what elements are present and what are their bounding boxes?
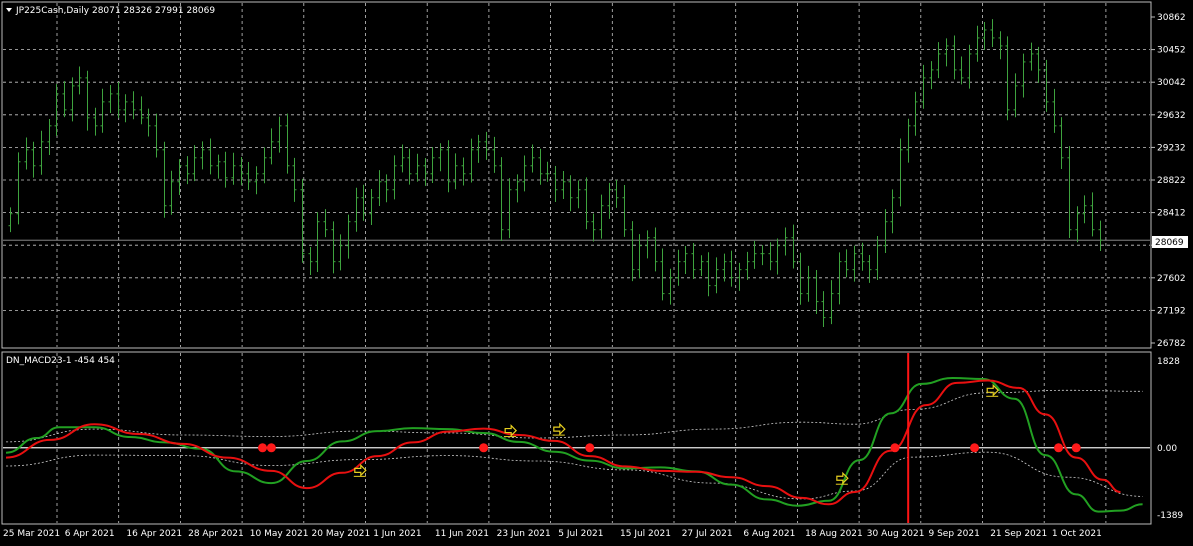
x-tick-label: 30 Aug 2021 — [867, 529, 925, 539]
price-tick-label: 30862 — [1157, 13, 1186, 23]
x-tick-label: 6 Aug 2021 — [743, 529, 795, 539]
macd-red-line — [5, 379, 1121, 506]
price-tick-label: 27192 — [1157, 306, 1186, 316]
price-tick-label: 26782 — [1157, 339, 1186, 349]
chart-canvas[interactable]: 25 Mar 2021 6 Apr 2021 16 Apr 2021 28 Apr 2… — [0, 0, 1193, 542]
cross-dot — [1054, 443, 1064, 453]
x-tick-label: 15 Jul 2021 — [620, 529, 671, 539]
x-tick-label: 16 Apr 2021 — [126, 529, 182, 539]
indicator-tick-label: 1828 — [1157, 357, 1180, 367]
indicator-panel-frame — [1, 351, 1152, 525]
cross-dot — [266, 443, 276, 453]
indicator-tick-label: -1389 — [1157, 511, 1183, 521]
cross-dot — [585, 443, 595, 453]
x-tick-label: 20 May 2021 — [312, 529, 371, 539]
symbol-title: JP225Cash,Daily 28071 28326 27991 28069 — [15, 6, 215, 16]
indicator-tick-label: 0.00 — [1157, 444, 1177, 454]
x-tick-label: 9 Sep 2021 — [929, 529, 980, 539]
cross-dot — [258, 443, 268, 453]
cross-dot — [479, 443, 489, 453]
upper-envelope — [5, 389, 1143, 443]
cross-dot — [890, 443, 900, 453]
lower-envelope — [5, 451, 1143, 500]
x-tick-label: 23 Jun 2021 — [497, 529, 551, 539]
current-price-tag: 28069 — [1152, 236, 1188, 248]
price-tick-label: 30452 — [1157, 46, 1186, 56]
x-tick-label: 27 Jul 2021 — [682, 529, 733, 539]
indicator-title: DN_MACD23-1 -454 454 — [6, 356, 115, 366]
x-tick-label: 11 Jun 2021 — [435, 529, 489, 539]
x-tick-label: 5 Jul 2021 — [558, 529, 603, 539]
price-tick-label: 30042 — [1157, 78, 1186, 88]
price-panel-frame — [1, 1, 1152, 349]
svg-text:28069: 28069 — [1155, 238, 1184, 248]
indicator-lines — [5, 353, 1143, 523]
price-tick-label: 29232 — [1157, 143, 1186, 153]
x-tick-label: 1 Oct 2021 — [1052, 529, 1102, 539]
x-tick-label: 10 May 2021 — [250, 529, 309, 539]
cross-dot — [970, 443, 980, 453]
arrow-shape — [553, 422, 566, 436]
x-tick-label: 21 Sep 2021 — [990, 529, 1047, 539]
price-tick-label: 29632 — [1157, 111, 1186, 121]
chart-window[interactable]: 25 Mar 2021 6 Apr 2021 16 Apr 2021 28 Apr 2… — [0, 0, 1193, 542]
x-tick-label: 6 Apr 2021 — [65, 529, 115, 539]
x-tick-label: 28 Apr 2021 — [188, 529, 244, 539]
cross-dot — [1071, 443, 1081, 453]
price-tick-label: 28412 — [1157, 209, 1186, 219]
signal-arrow-icon — [552, 422, 566, 436]
price-tick-label: 27602 — [1157, 274, 1186, 284]
price-tick-label: 28822 — [1157, 176, 1186, 186]
x-tick-label: 1 Jun 2021 — [373, 529, 421, 539]
collapse-triangle-icon[interactable] — [6, 8, 12, 12]
price-bars — [8, 19, 1103, 328]
x-tick-label: 18 Aug 2021 — [805, 529, 863, 539]
x-tick-label: 25 Mar 2021 — [3, 529, 60, 539]
